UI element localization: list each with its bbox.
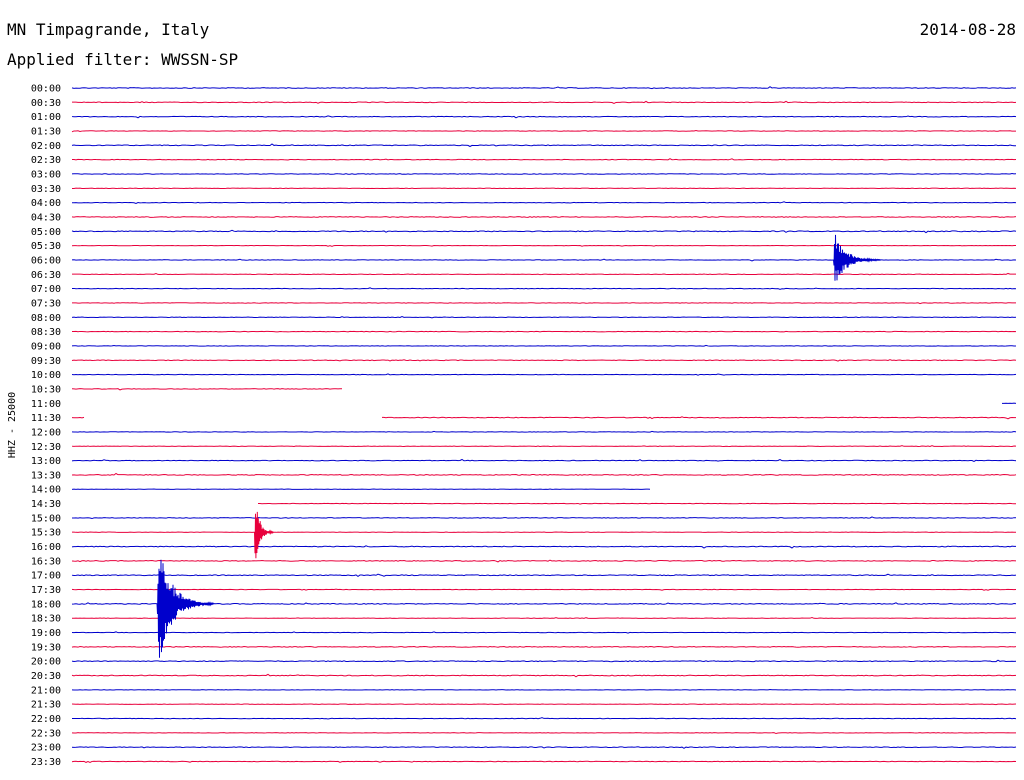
trace-line bbox=[71, 445, 1017, 447]
trace-line bbox=[71, 272, 1017, 276]
time-label: 17:00 bbox=[31, 571, 61, 582]
trace-line bbox=[257, 502, 1016, 505]
time-label: 23:30 bbox=[31, 757, 61, 768]
time-label: 03:00 bbox=[31, 169, 61, 180]
time-label: 04:00 bbox=[31, 198, 61, 209]
time-label: 15:30 bbox=[31, 528, 61, 539]
time-label: 21:30 bbox=[31, 700, 61, 711]
trace-line bbox=[71, 458, 1017, 463]
time-label: 20:30 bbox=[31, 671, 61, 682]
trace-lines bbox=[71, 86, 1017, 764]
time-label: 07:30 bbox=[31, 298, 61, 309]
time-label: 01:00 bbox=[31, 112, 61, 123]
trace-line bbox=[71, 100, 1017, 105]
trace-line bbox=[71, 746, 1017, 749]
time-label: 22:00 bbox=[31, 714, 61, 725]
trace-line bbox=[71, 244, 1017, 247]
trace-line bbox=[71, 659, 1017, 663]
time-label: 11:00 bbox=[31, 399, 61, 410]
time-label: 17:30 bbox=[31, 585, 61, 596]
time-label: 07:00 bbox=[31, 284, 61, 295]
time-label: 16:30 bbox=[31, 556, 61, 567]
channel-label: HHZ - 25000 bbox=[7, 392, 18, 458]
time-label: 08:00 bbox=[31, 313, 61, 324]
time-label: 13:30 bbox=[31, 470, 61, 481]
time-label: 06:00 bbox=[31, 255, 61, 266]
event-waveform bbox=[156, 559, 215, 658]
time-label: 21:00 bbox=[31, 685, 61, 696]
time-label: 22:30 bbox=[31, 728, 61, 739]
time-label: 02:30 bbox=[31, 155, 61, 166]
time-label: 00:30 bbox=[31, 98, 61, 109]
time-label: 18:30 bbox=[31, 614, 61, 625]
trace-line bbox=[71, 143, 1017, 148]
trace-line bbox=[71, 388, 342, 391]
time-label: 09:00 bbox=[31, 341, 61, 352]
time-label: 19:00 bbox=[31, 628, 61, 639]
trace-line bbox=[71, 373, 1017, 376]
time-label: 10:30 bbox=[31, 384, 61, 395]
trace-line bbox=[71, 201, 1017, 205]
time-label: 12:30 bbox=[31, 442, 61, 453]
time-label: 19:30 bbox=[31, 642, 61, 653]
trace-line bbox=[71, 302, 1017, 305]
trace-line bbox=[71, 229, 1017, 234]
time-label: 00:00 bbox=[31, 84, 61, 95]
trace-line bbox=[71, 316, 1017, 319]
time-label: 14:00 bbox=[31, 485, 61, 496]
time-label: 14:30 bbox=[31, 499, 61, 510]
trace-line bbox=[71, 617, 1017, 619]
trace-line bbox=[71, 516, 1017, 520]
time-label: 15:00 bbox=[31, 513, 61, 524]
trace-line bbox=[71, 559, 1017, 563]
time-label: 10:00 bbox=[31, 370, 61, 381]
time-label: 05:00 bbox=[31, 227, 61, 238]
time-label: 08:30 bbox=[31, 327, 61, 338]
trace-line bbox=[71, 287, 1017, 290]
time-label: 09:30 bbox=[31, 356, 61, 367]
trace-line bbox=[71, 588, 1017, 591]
trace-line bbox=[71, 573, 1017, 578]
time-labels: 00:00 00:30 01:00 01:30 02:00 02:30 03:00 03:30… bbox=[31, 84, 61, 769]
time-label: 01:30 bbox=[31, 126, 61, 137]
trace-line bbox=[71, 703, 1017, 706]
time-label: 03:30 bbox=[31, 184, 61, 195]
time-label: 16:00 bbox=[31, 542, 61, 553]
trace-line bbox=[71, 472, 1017, 476]
trace-line bbox=[71, 172, 1017, 175]
time-label: 02:00 bbox=[31, 141, 61, 152]
trace-line bbox=[71, 86, 1017, 90]
trace-line bbox=[71, 430, 1017, 433]
time-label: 12:00 bbox=[31, 427, 61, 438]
trace-line bbox=[71, 359, 1017, 362]
time-label: 18:00 bbox=[31, 599, 61, 610]
trace-line bbox=[71, 216, 1017, 218]
trace-line bbox=[71, 416, 1017, 420]
time-label: 05:30 bbox=[31, 241, 61, 252]
time-label: 06:30 bbox=[31, 270, 61, 281]
trace-line bbox=[71, 689, 1017, 691]
time-label: 23:00 bbox=[31, 743, 61, 754]
time-label: 13:00 bbox=[31, 456, 61, 467]
time-label: 20:00 bbox=[31, 657, 61, 668]
trace-line bbox=[71, 717, 1017, 720]
trace-line bbox=[71, 115, 1017, 119]
trace-line bbox=[71, 344, 1017, 347]
trace-line bbox=[71, 130, 1017, 133]
trace-line bbox=[71, 760, 1017, 764]
trace-line bbox=[71, 645, 1017, 648]
event-waveform bbox=[254, 511, 274, 559]
trace-line bbox=[71, 330, 1017, 333]
trace-line bbox=[71, 158, 1017, 161]
time-label: 04:30 bbox=[31, 212, 61, 223]
trace-line bbox=[71, 732, 1017, 735]
time-label: 11:30 bbox=[31, 413, 61, 424]
trace-line bbox=[71, 631, 1017, 634]
seismogram-plot: 00:00 00:30 01:00 01:30 02:00 02:30 03:00 03:30… bbox=[7, 84, 1017, 769]
trace-line bbox=[71, 673, 1017, 678]
trace-line bbox=[71, 545, 1016, 549]
